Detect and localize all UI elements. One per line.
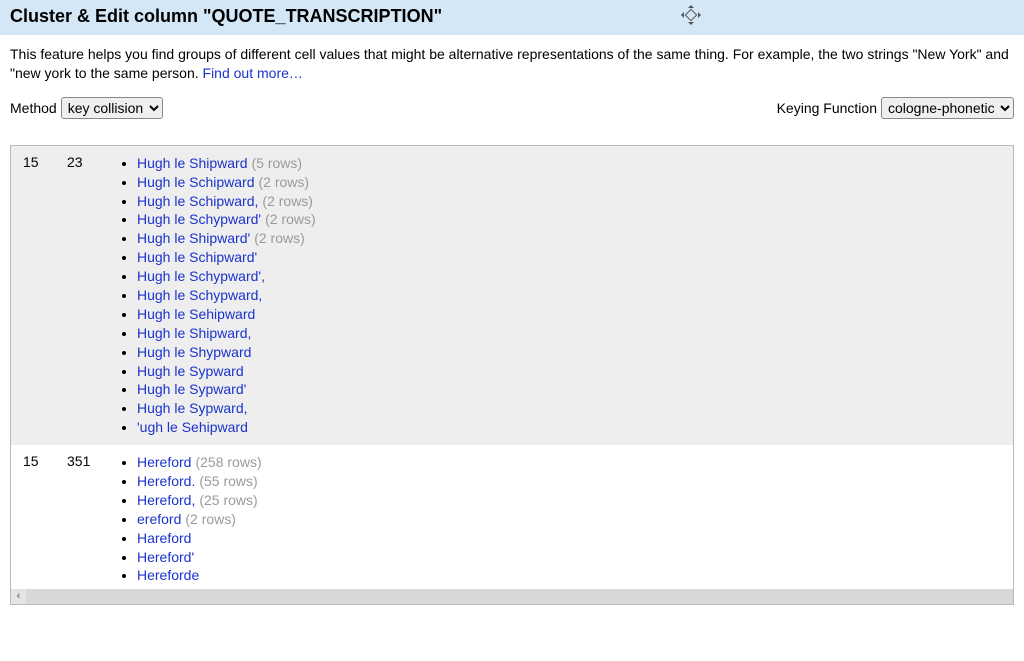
row-count: (2 rows) (185, 511, 236, 527)
cluster-value-item: Hugh le Schypward', (137, 267, 1007, 286)
cluster-value-item: Hugh le Sehipward (137, 305, 1007, 324)
scroll-track[interactable] (26, 589, 1013, 604)
cluster-value-item: 'ugh le Sehipward (137, 418, 1007, 437)
cluster-values: Hugh le Shipward(5 rows)Hugh le Schipwar… (115, 154, 1007, 437)
cluster-value-link[interactable]: Hugh le Schipward' (137, 249, 257, 265)
cluster-size-a: 15 (17, 154, 67, 437)
row-count: (25 rows) (199, 492, 257, 508)
row-count: (5 rows) (252, 155, 303, 171)
find-out-more-link[interactable]: Find out more… (203, 65, 303, 81)
row-count: (258 rows) (195, 454, 261, 470)
cluster-value-link[interactable]: Hugh le Sypward (137, 363, 244, 379)
row-count: (2 rows) (254, 230, 305, 246)
dialog-header: Cluster & Edit column "QUOTE_TRANSCRIPTI… (0, 0, 1024, 35)
cluster-value-link[interactable]: Hereford' (137, 549, 194, 565)
cluster-value-link[interactable]: Hugh le Sehipward (137, 306, 255, 322)
row-count: (2 rows) (262, 193, 313, 209)
keying-function-control: Keying Function cologne-phonetic (777, 97, 1014, 119)
cluster-value-link[interactable]: Hugh le Shipward, (137, 325, 251, 341)
cluster-value-item: ereford(2 rows) (137, 510, 1007, 529)
cluster-size-b: 23 (67, 154, 115, 437)
cluster-value-link[interactable]: Hugh le Schypward' (137, 211, 261, 227)
intro-text: This feature helps you find groups of di… (0, 35, 1024, 87)
cluster-value-link[interactable]: Hugh le Sypward, (137, 400, 248, 416)
cluster-value-link[interactable]: Hereford. (137, 473, 195, 489)
cluster-value-item: Hugh le Shipward(5 rows) (137, 154, 1007, 173)
method-label: Method (10, 100, 57, 116)
cluster-value-link[interactable]: Hereforde (137, 567, 199, 583)
cluster-value-item: Hugh le Shypward (137, 343, 1007, 362)
cluster-value-item: Hereford,(25 rows) (137, 491, 1007, 510)
dialog-title: Cluster & Edit column "QUOTE_TRANSCRIPTI… (10, 6, 442, 26)
cluster-value-link[interactable]: Hareford (137, 530, 191, 546)
cluster-value-item: Hugh le Sypward' (137, 380, 1007, 399)
controls-row: Method key collision Keying Function col… (0, 87, 1024, 125)
scroll-left-arrow[interactable]: ‹ (11, 589, 26, 604)
cluster-value-link[interactable]: Hereford, (137, 492, 195, 508)
cluster-value-link[interactable]: Hugh le Schypward', (137, 268, 265, 284)
cluster-value-item: Hugh le Schipward(2 rows) (137, 173, 1007, 192)
cluster-value-link[interactable]: ereford (137, 511, 181, 527)
cluster-value-item: Herefordie, (137, 604, 1007, 605)
cluster-value-item: Hugh le Schipward,(2 rows) (137, 192, 1007, 211)
method-select[interactable]: key collision (61, 97, 163, 119)
cluster-value-link[interactable]: Hugh le Schypward, (137, 287, 262, 303)
cluster-value-link[interactable]: Hugh le Shypward (137, 344, 251, 360)
cluster-value-item: Hugh le Schipward' (137, 248, 1007, 267)
drag-handle-icon[interactable] (680, 4, 702, 26)
cluster-value-item: Hereforde (137, 566, 1007, 585)
cluster-value-link[interactable]: Hugh le Schipward (137, 174, 255, 190)
cluster-value-link[interactable]: Hugh le Sypward' (137, 381, 246, 397)
method-control: Method key collision (10, 97, 163, 119)
keying-function-select[interactable]: cologne-phonetic (881, 97, 1014, 119)
cluster-value-item: Hugh le Shipward'(2 rows) (137, 229, 1007, 248)
cluster-value-link[interactable]: Hereford (137, 454, 191, 470)
cluster-value-item: Hugh le Sypward, (137, 399, 1007, 418)
cluster-values: Hereford(258 rows)Hereford.(55 rows)Here… (115, 453, 1007, 605)
cluster-value-item: Hugh le Schypward'(2 rows) (137, 210, 1007, 229)
cluster-value-link[interactable]: Hugh le Schipward, (137, 193, 258, 209)
intro-body: This feature helps you find groups of di… (10, 46, 1009, 81)
cluster-value-link[interactable]: Hugh le Shipward' (137, 230, 250, 246)
horizontal-scrollbar[interactable]: ‹ (11, 589, 1013, 604)
cluster-value-item: Hereford.(55 rows) (137, 472, 1007, 491)
cluster-row: 15351Hereford(258 rows)Hereford.(55 rows… (11, 445, 1013, 605)
cluster-value-item: Hareford (137, 529, 1007, 548)
cluster-value-link[interactable]: Hugh le Shipward (137, 155, 248, 171)
cluster-value-item: Hugh le Sypward (137, 362, 1007, 381)
cluster-value-item: Hugh le Shipward, (137, 324, 1007, 343)
cluster-value-item: Hugh le Schypward, (137, 286, 1007, 305)
keying-function-label: Keying Function (777, 100, 877, 116)
cluster-table: 1523Hugh le Shipward(5 rows)Hugh le Schi… (10, 145, 1014, 605)
row-count: (55 rows) (199, 473, 257, 489)
cluster-value-item: Hereford' (137, 548, 1007, 567)
cluster-row: 1523Hugh le Shipward(5 rows)Hugh le Schi… (11, 146, 1013, 445)
cluster-size-b: 351 (67, 453, 115, 605)
row-count: (2 rows) (259, 174, 310, 190)
row-count: (2 rows) (265, 211, 316, 227)
cluster-value-item: Hereford(258 rows) (137, 453, 1007, 472)
cluster-value-link[interactable]: 'ugh le Sehipward (137, 419, 248, 435)
cluster-size-a: 15 (17, 453, 67, 605)
